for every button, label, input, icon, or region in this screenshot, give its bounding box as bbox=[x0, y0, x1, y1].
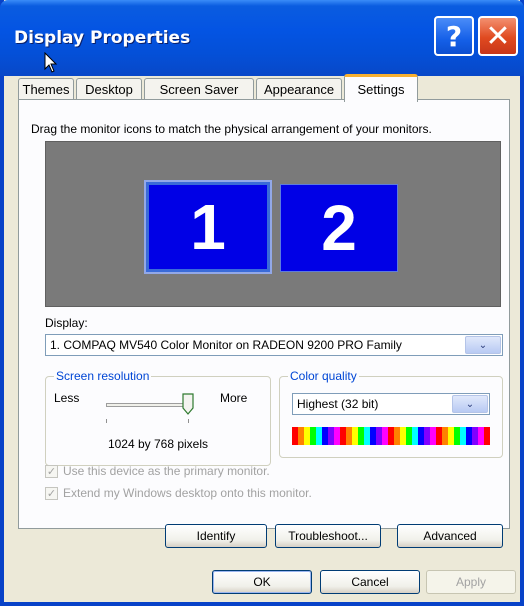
color-quality-value: Highest (32 bit) bbox=[297, 397, 379, 411]
settings-panel: Drag the monitor icons to match the phys… bbox=[18, 99, 510, 548]
tab-themes[interactable]: Themes bbox=[18, 78, 74, 100]
primary-monitor-checkbox[interactable]: ✓ Use this device as the primary monitor… bbox=[45, 464, 270, 478]
display-select[interactable]: 1. COMPAQ MV540 Color Monitor on RADEON … bbox=[45, 334, 503, 356]
primary-monitor-label: Use this device as the primary monitor. bbox=[63, 464, 270, 478]
tab-desktop[interactable]: Desktop bbox=[76, 78, 142, 100]
monitor-arrangement-area[interactable]: 1 2 bbox=[45, 141, 501, 307]
instruction-text: Drag the monitor icons to match the phys… bbox=[31, 122, 432, 136]
title-bar[interactable]: Display Properties ? ✕ bbox=[0, 0, 524, 76]
tab-settings[interactable]: Settings bbox=[344, 74, 418, 102]
ok-button[interactable]: OK bbox=[212, 570, 312, 594]
advanced-button[interactable]: Advanced bbox=[397, 524, 503, 548]
resolution-slider-thumb[interactable] bbox=[182, 393, 194, 415]
window-title: Display Properties bbox=[14, 28, 191, 48]
slider-tick bbox=[106, 419, 107, 423]
extend-desktop-label: Extend my Windows desktop onto this moni… bbox=[63, 486, 312, 500]
tab-appearance[interactable]: Appearance bbox=[256, 78, 342, 100]
troubleshoot-button[interactable]: Troubleshoot... bbox=[275, 524, 381, 548]
help-button[interactable]: ? bbox=[434, 16, 474, 56]
tab-screen-saver[interactable]: Screen Saver bbox=[144, 78, 254, 100]
resolution-less-label: Less bbox=[54, 391, 80, 405]
color-quality-title: Color quality bbox=[288, 369, 359, 383]
monitor-2-icon[interactable]: 2 bbox=[280, 184, 398, 272]
check-icon: ✓ bbox=[45, 486, 58, 500]
apply-button[interactable]: Apply bbox=[426, 570, 516, 594]
color-spectrum-bar bbox=[292, 427, 490, 445]
resolution-slider-track[interactable] bbox=[106, 403, 188, 407]
display-properties-window: Display Properties ? ✕ Themes Desktop Sc… bbox=[0, 0, 524, 606]
monitor-1-icon[interactable]: 1 bbox=[144, 180, 272, 274]
color-quality-select[interactable]: Highest (32 bit) ⌄ bbox=[292, 393, 490, 415]
resolution-value: 1024 by 768 pixels bbox=[107, 437, 209, 451]
color-quality-group: Color quality Highest (32 bit) ⌄ bbox=[279, 369, 503, 458]
chevron-down-icon[interactable]: ⌄ bbox=[465, 336, 501, 354]
check-icon: ✓ bbox=[45, 464, 58, 478]
close-button[interactable]: ✕ bbox=[478, 16, 518, 56]
screen-resolution-title: Screen resolution bbox=[54, 369, 152, 383]
mouse-pointer-icon bbox=[44, 52, 58, 73]
slider-tick bbox=[188, 419, 189, 423]
screen-resolution-group: Screen resolution Less More 1024 by 768 … bbox=[45, 369, 271, 466]
extend-desktop-checkbox[interactable]: ✓ Extend my Windows desktop onto this mo… bbox=[45, 486, 312, 500]
resolution-more-label: More bbox=[220, 391, 248, 405]
display-label: Display: bbox=[45, 316, 88, 330]
identify-button[interactable]: Identify bbox=[165, 524, 267, 548]
display-select-value: 1. COMPAQ MV540 Color Monitor on RADEON … bbox=[50, 338, 402, 352]
chevron-down-icon[interactable]: ⌄ bbox=[452, 395, 488, 413]
cancel-button[interactable]: Cancel bbox=[320, 570, 420, 594]
